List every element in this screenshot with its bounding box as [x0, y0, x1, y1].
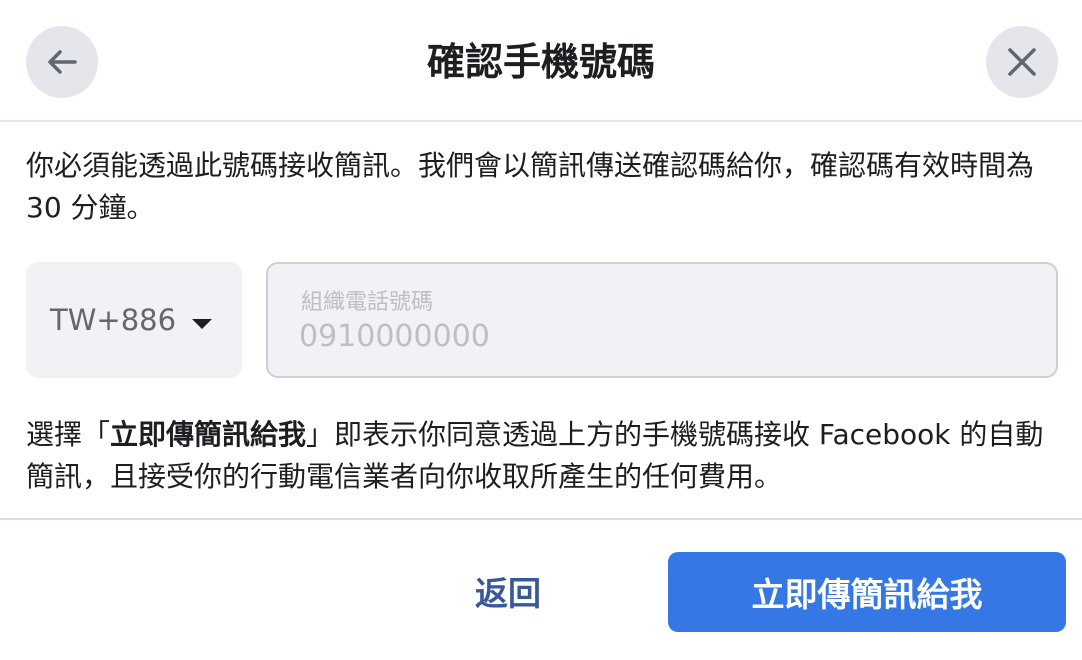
caret-down-icon	[192, 319, 212, 329]
consent-highlight: 立即傳簡訊給我	[110, 418, 307, 451]
phone-number-input[interactable]	[299, 314, 999, 358]
dialog-title: 確認手機號碼	[426, 40, 655, 84]
consent-prefix: 選擇「	[26, 418, 111, 451]
country-code-selector[interactable]: TW+886	[26, 262, 242, 378]
phone-number-field[interactable]: 組織電話號碼	[266, 262, 1058, 378]
send-sms-now-button[interactable]: 立即傳簡訊給我	[668, 552, 1066, 632]
footer-divider	[0, 518, 1082, 520]
close-icon	[1008, 48, 1036, 76]
country-code-value: TW+886	[50, 303, 177, 337]
phone-field-label: 組織電話號碼	[301, 290, 434, 315]
arrow-left-icon	[48, 50, 77, 74]
back-link-button[interactable]: 返回	[430, 568, 586, 620]
back-button[interactable]	[26, 26, 98, 98]
close-button[interactable]	[986, 26, 1058, 98]
consent-text: 選擇「立即傳簡訊給我」即表示你同意透過上方的手機號碼接收 Facebook 的自…	[26, 414, 1061, 498]
dialog-header: 確認手機號碼	[0, 0, 1082, 122]
sms-description: 你必須能透過此號碼接收簡訊。我們會以簡訊傳送確認碼給你，確認碼有效時間為 30 …	[26, 149, 1035, 224]
